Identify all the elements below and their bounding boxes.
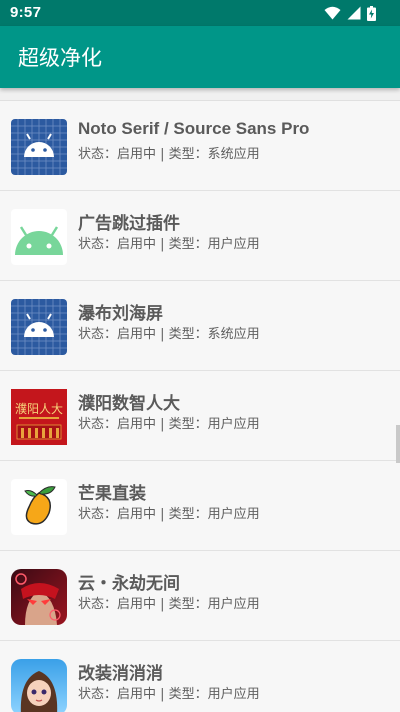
app-name: Noto Serif / Source Sans Pro [78, 119, 310, 138]
app-bar: 超级净化 [0, 26, 400, 88]
app-name: 芒果直装 [78, 484, 146, 503]
scrollbar-thumb[interactable] [396, 425, 400, 463]
app-title: 超级净化 [18, 46, 102, 70]
status-bar: 9:57 [0, 0, 400, 26]
app-name: 云・永劫无间 [78, 574, 180, 593]
game-girl-icon [11, 659, 67, 712]
list-item[interactable]: 云・永劫无间 状态：启用中 | 类型：用户应用 [0, 551, 400, 641]
list-item[interactable]: 濮阳人大 濮阳数智人大 状态：启用中 | 类型：用户应用 [0, 371, 400, 461]
app-info: 状态：启用中 | 类型：用户应用 [78, 597, 260, 612]
app-name: 广告跳过插件 [78, 214, 180, 233]
list-item[interactable]: 瀑布刘海屏 状态：启用中 | 类型：系统应用 [0, 281, 400, 371]
signal-icon [347, 6, 361, 20]
app-info: 状态：启用中 | 类型：用户应用 [78, 417, 260, 432]
app-name: 改装消消消 [78, 664, 163, 683]
game-warrior-icon [11, 569, 67, 625]
app-info: 状态：启用中 | 类型：用户应用 [78, 237, 260, 252]
list-item[interactable]: Noto Serif / Source Sans Pro 状态：启用中 | 类型… [0, 101, 400, 191]
mango-icon [11, 479, 67, 535]
battery-charging-icon [367, 5, 376, 21]
app-list[interactable]: Noto Serif / Source Sans Pro 状态：启用中 | 类型… [0, 100, 400, 712]
list-item[interactable]: 广告跳过插件 状态：启用中 | 类型：用户应用 [0, 191, 400, 281]
status-time: 9:57 [10, 4, 42, 21]
app-info: 状态：启用中 | 类型：用户应用 [78, 507, 260, 522]
app-name: 濮阳数智人大 [78, 394, 180, 413]
android-system-icon [11, 299, 67, 355]
icon-label: 濮阳人大 [15, 401, 63, 416]
android-green-icon [11, 209, 67, 265]
app-info: 状态：启用中 | 类型：系统应用 [78, 327, 260, 342]
app-info: 状态：启用中 | 类型：用户应用 [78, 687, 260, 702]
android-system-icon [11, 119, 67, 175]
list-item[interactable]: 芒果直装 状态：启用中 | 类型：用户应用 [0, 461, 400, 551]
status-icons [324, 5, 376, 21]
wifi-icon [324, 6, 341, 20]
list-item[interactable]: 改装消消消 状态：启用中 | 类型：用户应用 [0, 641, 400, 712]
app-info: 状态：启用中 | 类型：系统应用 [78, 147, 260, 162]
puyang-renda-icon: 濮阳人大 [11, 389, 67, 445]
app-name: 瀑布刘海屏 [78, 304, 163, 323]
